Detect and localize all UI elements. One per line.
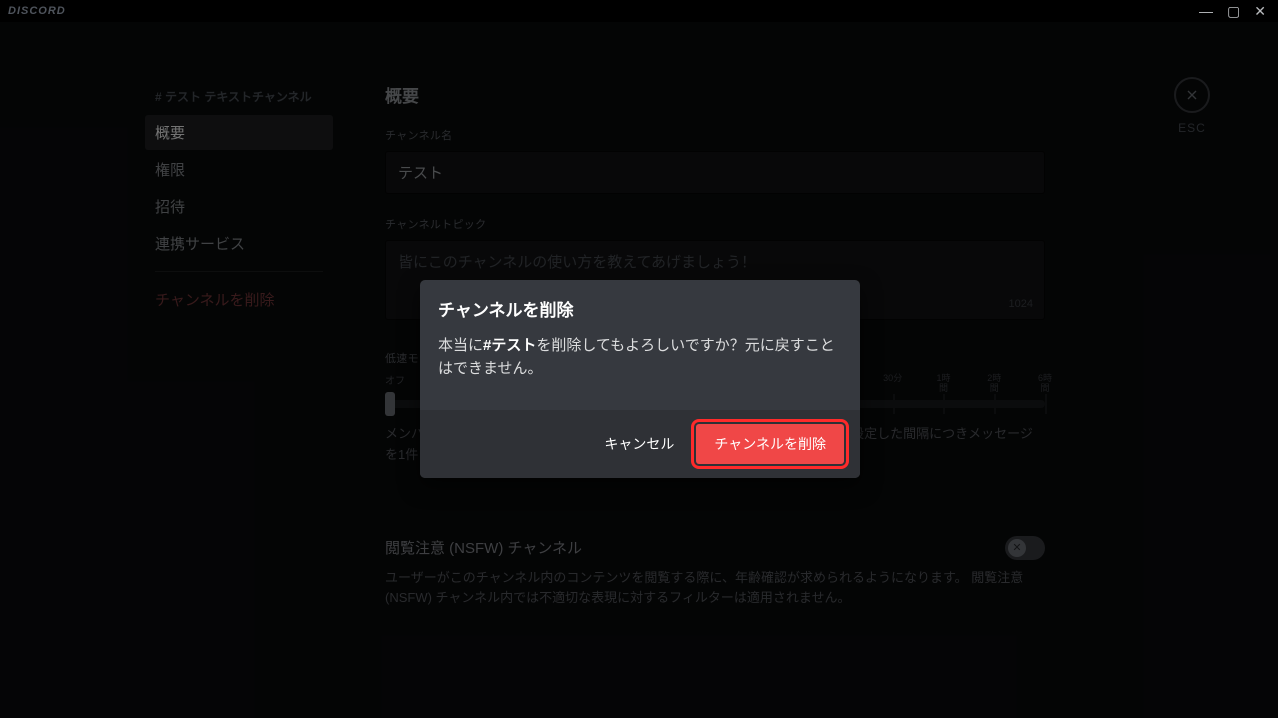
delete-channel-button[interactable]: チャンネルを削除 xyxy=(696,424,844,464)
modal-body: 本当に#テストを削除してもよろしいですか？元に戻すことはできません。 xyxy=(420,321,860,410)
window-controls: — ▢ ✕ xyxy=(1199,4,1274,18)
cancel-button[interactable]: キャンセル xyxy=(596,424,682,464)
cancel-button-label: キャンセル xyxy=(604,436,674,452)
app-root: # テスト テキストチャンネル 概要 権限 招待 連携サービス チャンネルを削除… xyxy=(0,22,1278,718)
modal-title: チャンネルを削除 xyxy=(420,280,860,321)
modal-body-channel: #テスト xyxy=(483,337,536,354)
modal-body-pre: 本当に xyxy=(438,337,483,354)
discord-wordmark: DISCORD xyxy=(8,5,66,17)
delete-channel-button-label: チャンネルを削除 xyxy=(714,436,826,452)
delete-channel-modal: チャンネルを削除 本当に#テストを削除してもよろしいですか？元に戻すことはできま… xyxy=(420,280,860,478)
close-window-icon[interactable]: ✕ xyxy=(1254,4,1266,18)
modal-footer: キャンセル チャンネルを削除 xyxy=(420,410,860,478)
title-bar: DISCORD — ▢ ✕ xyxy=(0,0,1278,22)
minimize-icon[interactable]: — xyxy=(1199,4,1213,18)
maximize-icon[interactable]: ▢ xyxy=(1227,4,1240,18)
